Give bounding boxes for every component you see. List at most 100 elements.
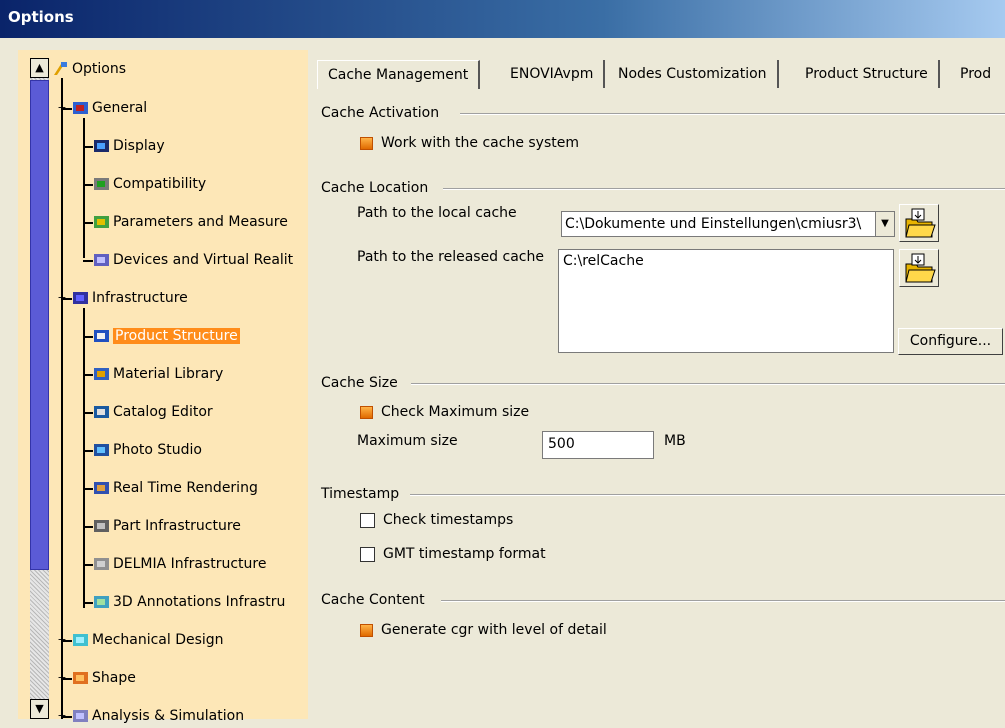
- photo-studio-icon: [93, 441, 110, 458]
- part-infrastructure-icon: [93, 517, 110, 534]
- display-icon: [93, 137, 110, 154]
- released-cache-label: Path to the released cache: [357, 249, 544, 265]
- cache-content-title: Cache Content: [321, 592, 425, 608]
- compatibility-icon: [93, 175, 110, 192]
- check-maximum-size-checkbox[interactable]: Check Maximum size: [360, 404, 529, 420]
- annotations-icon: [93, 593, 110, 610]
- scroll-down-button[interactable]: ▼: [30, 699, 49, 719]
- product-structure-icon: [93, 327, 110, 344]
- tree-connector: [83, 146, 93, 148]
- options-icon: [52, 60, 69, 77]
- scroll-thumb[interactable]: [30, 80, 49, 570]
- tree-connector: [83, 222, 93, 224]
- analysis-icon: [72, 707, 89, 724]
- work-with-cache-checkbox[interactable]: Work with the cache system: [360, 135, 579, 151]
- checkbox-box: [360, 405, 373, 419]
- window-title: Options: [8, 8, 74, 26]
- delmia-icon: [93, 555, 110, 572]
- tree-line-general: [83, 118, 85, 258]
- configure-button[interactable]: Configure...: [898, 328, 1003, 355]
- tree-connector: [83, 526, 93, 528]
- tree-connector: [83, 488, 93, 490]
- tree-item-infrastructure[interactable]: Infrastructure: [72, 289, 188, 306]
- parameters-icon: [93, 213, 110, 230]
- timestamp-title: Timestamp: [321, 486, 400, 502]
- tree-connector: [83, 564, 93, 566]
- tree-connector: [83, 412, 93, 414]
- tab-prod[interactable]: Prod: [955, 60, 996, 88]
- tree-scrollbar[interactable]: ▲ ▼: [30, 58, 49, 719]
- infrastructure-icon: [72, 289, 89, 306]
- tree-item-display[interactable]: Display: [93, 137, 165, 154]
- tree-connector: [83, 450, 93, 452]
- cache-location-title: Cache Location: [321, 180, 429, 196]
- tree-connector: [83, 260, 93, 262]
- generate-cgr-checkbox[interactable]: Generate cgr with level of detail: [360, 622, 607, 638]
- checkbox-box: [360, 623, 373, 637]
- tree-item-part-infrastructure[interactable]: Part Infrastructure: [93, 517, 241, 534]
- local-cache-label: Path to the local cache: [357, 205, 517, 221]
- tree-expander-icon[interactable]: −: [57, 292, 67, 303]
- tree-item-product-structure[interactable]: Product Structure: [93, 327, 240, 344]
- material-library-icon: [93, 365, 110, 382]
- local-cache-combo[interactable]: C:\Dokumente und Einstellungen\cmiusr3\ …: [561, 211, 895, 237]
- group-divider: [441, 600, 1005, 602]
- cache-activation-title: Cache Activation: [321, 105, 440, 121]
- checkbox-box: [360, 512, 375, 528]
- maximum-size-label: Maximum size: [357, 433, 458, 449]
- tree-expander-icon[interactable]: −: [57, 710, 67, 721]
- tree-expander-icon[interactable]: −: [57, 102, 67, 113]
- group-divider: [411, 383, 1005, 385]
- maximum-size-input[interactable]: 500: [542, 431, 654, 459]
- tree-connector: [83, 184, 93, 186]
- gmt-timestamp-format-checkbox[interactable]: GMT timestamp format: [360, 546, 546, 562]
- tab-nodes-customization[interactable]: Nodes Customization: [608, 60, 779, 88]
- tree-item-analysis-simulation[interactable]: Analysis & Simulation: [72, 707, 244, 724]
- tree-connector: [83, 602, 93, 604]
- tree-item-real-time-rendering[interactable]: Real Time Rendering: [93, 479, 258, 496]
- tree-line-infrastructure: [83, 308, 85, 608]
- title-bar[interactable]: Options: [0, 0, 1005, 38]
- tree-item-3d-annotations-infrastru[interactable]: 3D Annotations Infrastru: [93, 593, 285, 610]
- tree-item-mechanical-design[interactable]: Mechanical Design: [72, 631, 224, 648]
- tree-item-catalog-editor[interactable]: Catalog Editor: [93, 403, 213, 420]
- maximum-size-unit: MB: [664, 433, 686, 449]
- group-divider: [443, 188, 1005, 190]
- tab-product-structure[interactable]: Product Structure: [795, 60, 940, 88]
- tree-item-delmia-infrastructure[interactable]: DELMIA Infrastructure: [93, 555, 266, 572]
- tree-connector: [83, 336, 93, 338]
- tree-item-material-library[interactable]: Material Library: [93, 365, 223, 382]
- tab-enoviavpm[interactable]: ENOVIAvpm: [500, 60, 606, 88]
- chevron-down-icon[interactable]: ▼: [875, 212, 894, 236]
- folder-open-icon: [905, 208, 936, 238]
- shape-icon: [72, 669, 89, 686]
- group-divider: [460, 113, 1005, 115]
- checkbox-box: [360, 136, 373, 150]
- scroll-up-button[interactable]: ▲: [30, 58, 49, 78]
- released-cache-input[interactable]: C:\relCache: [558, 249, 894, 353]
- tree-root-options[interactable]: Options: [52, 60, 126, 77]
- group-divider: [410, 494, 1005, 496]
- tree-item-parameters-and-measure[interactable]: Parameters and Measure: [93, 213, 288, 230]
- tab-cache-management[interactable]: Cache Management: [317, 60, 481, 89]
- tree-item-compatibility[interactable]: Compatibility: [93, 175, 206, 192]
- catalog-editor-icon: [93, 403, 110, 420]
- devices-icon: [93, 251, 110, 268]
- tree-expander-icon[interactable]: −: [57, 634, 67, 645]
- cache-size-title: Cache Size: [321, 375, 398, 391]
- real-time-rendering-icon: [93, 479, 110, 496]
- check-timestamps-checkbox[interactable]: Check timestamps: [360, 512, 513, 528]
- tree-item-photo-studio[interactable]: Photo Studio: [93, 441, 202, 458]
- general-icon: [72, 99, 89, 116]
- browse-local-cache-button[interactable]: [899, 204, 939, 242]
- folder-open-icon: [905, 253, 936, 283]
- checkbox-box: [360, 546, 375, 562]
- browse-released-cache-button[interactable]: [899, 249, 939, 287]
- tree-expander-icon[interactable]: −: [57, 672, 67, 683]
- tree-item-general[interactable]: General: [72, 99, 147, 116]
- tree-line-root: [61, 78, 63, 719]
- tree-item-shape[interactable]: Shape: [72, 669, 136, 686]
- tree-connector: [83, 374, 93, 376]
- mechanical-design-icon: [72, 631, 89, 648]
- tree-item-devices-and-virtual-realit[interactable]: Devices and Virtual Realit: [93, 251, 293, 268]
